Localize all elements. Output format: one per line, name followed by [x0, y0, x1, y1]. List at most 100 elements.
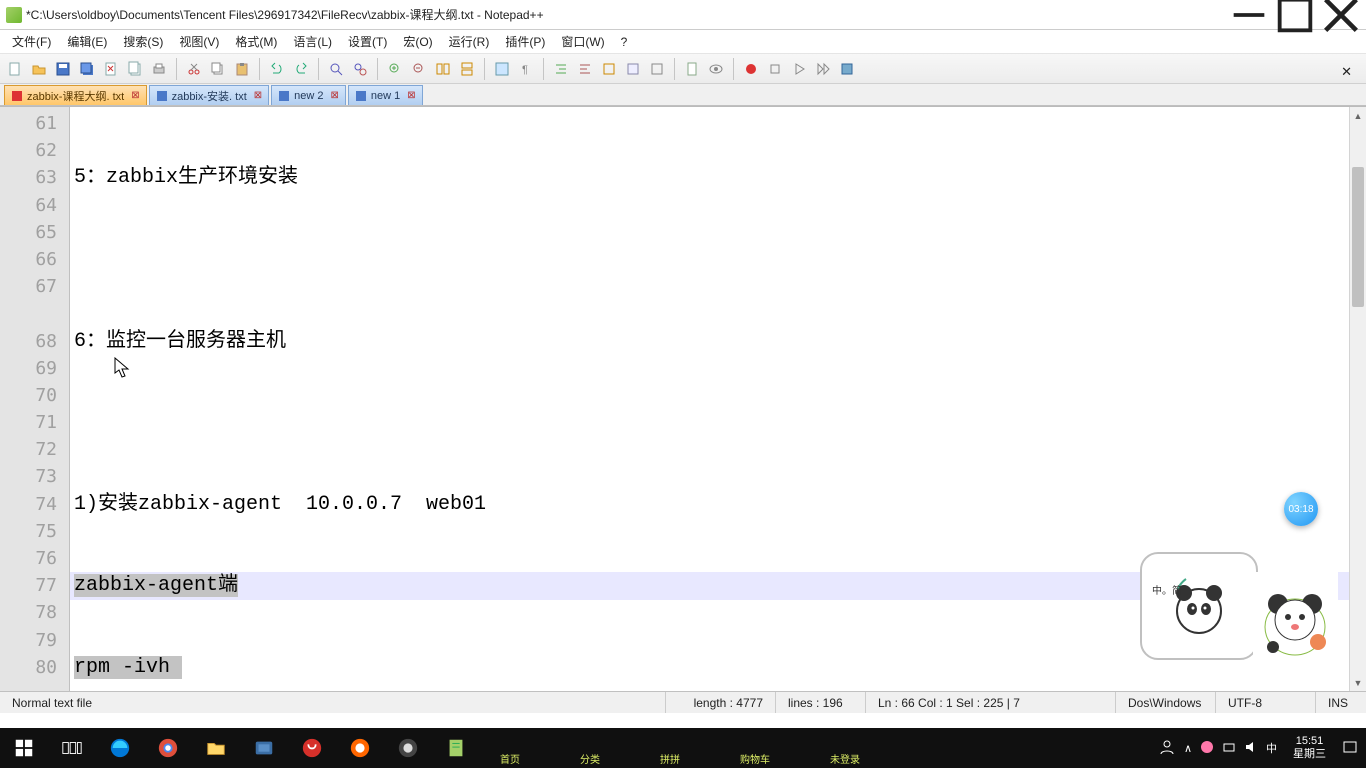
tab-inactive[interactable]: new 2 ⊠	[271, 85, 346, 105]
tab-modified-icon	[11, 90, 23, 102]
ime-panel[interactable]: 中。简	[1140, 552, 1258, 660]
panda-icon	[1164, 571, 1234, 641]
editor-line: 5：zabbix生产环境安装	[70, 164, 1366, 191]
minimize-button[interactable]	[1226, 0, 1272, 30]
menu-edit[interactable]: 编辑(E)	[61, 31, 113, 52]
zoom-out-icon[interactable]	[408, 58, 430, 80]
play-multi-icon[interactable]	[812, 58, 834, 80]
app-icon[interactable]	[288, 728, 336, 768]
editor-line	[70, 246, 1366, 273]
menu-plugins[interactable]: 插件(P)	[499, 31, 551, 52]
tab-close-icon[interactable]: ⊠	[254, 90, 262, 101]
menu-view[interactable]: 视图(V)	[173, 31, 225, 52]
tab-close-icon[interactable]: ⊠	[131, 90, 139, 101]
wordwrap-icon[interactable]	[491, 58, 513, 80]
line-number: 67	[0, 273, 57, 300]
scroll-up-icon[interactable]: ▲	[1350, 107, 1366, 124]
app-icon[interactable]	[384, 728, 432, 768]
cut-icon[interactable]	[183, 58, 205, 80]
start-button[interactable]	[0, 728, 48, 768]
indent-icon[interactable]	[550, 58, 572, 80]
find-icon[interactable]	[325, 58, 347, 80]
menu-file[interactable]: 文件(F)	[6, 31, 57, 52]
close-button[interactable]	[1318, 0, 1364, 30]
menu-search[interactable]: 搜索(S)	[117, 31, 169, 52]
close-all-icon[interactable]	[124, 58, 146, 80]
eye-icon[interactable]	[705, 58, 727, 80]
sync-v-icon[interactable]	[432, 58, 454, 80]
print-icon[interactable]	[148, 58, 170, 80]
toolbar-separator	[543, 58, 544, 80]
menu-format[interactable]: 格式(M)	[229, 31, 283, 52]
tray-volume-icon[interactable]	[1244, 740, 1258, 757]
show-all-chars-icon[interactable]: ¶	[515, 58, 537, 80]
tray-network-icon[interactable]	[1222, 740, 1236, 757]
vmware-icon[interactable]	[240, 728, 288, 768]
menu-run[interactable]: 运行(R)	[443, 31, 496, 52]
tab-label: zabbix-课程大纲. txt	[27, 88, 124, 104]
tab-label: new 1	[371, 90, 400, 102]
tab-inactive[interactable]: new 1 ⊠	[348, 85, 423, 105]
app-icon[interactable]	[336, 728, 384, 768]
redo-icon[interactable]	[290, 58, 312, 80]
menu-window[interactable]: 窗口(W)	[555, 31, 610, 52]
tray-chevron-icon[interactable]: ∧	[1184, 742, 1192, 755]
line-number-gutter: 61 62 63 64 65 66 67 68 69 70 71 72 73 7…	[0, 107, 70, 691]
toolbar-separator	[484, 58, 485, 80]
doc-map-icon[interactable]	[681, 58, 703, 80]
tray-time: 15:51	[1293, 735, 1326, 748]
overlay-sticker[interactable]	[1253, 572, 1338, 662]
close-file-icon[interactable]	[100, 58, 122, 80]
notepadpp-icon[interactable]	[432, 728, 480, 768]
sync-h-icon[interactable]	[456, 58, 478, 80]
tray-clock[interactable]: 15:51 星期三	[1285, 735, 1334, 761]
toolbar-separator	[674, 58, 675, 80]
taskbar-subtitle: 拼拼	[660, 751, 680, 766]
tab-close-icon[interactable]: ⊠	[331, 90, 339, 101]
menu-settings[interactable]: 设置(T)	[342, 31, 393, 52]
tray-people-icon[interactable]	[1158, 738, 1176, 759]
zoom-in-icon[interactable]	[384, 58, 406, 80]
scroll-thumb[interactable]	[1352, 167, 1364, 307]
tray-ime-indicator[interactable]: 中	[1266, 740, 1277, 756]
stop-icon[interactable]	[764, 58, 786, 80]
line-number: 68	[0, 328, 57, 355]
copy-icon[interactable]	[207, 58, 229, 80]
tool-icon[interactable]	[598, 58, 620, 80]
tray-notifications-icon[interactable]	[1342, 739, 1358, 758]
save-all-icon[interactable]	[76, 58, 98, 80]
maximize-button[interactable]	[1272, 0, 1318, 30]
tab-inactive[interactable]: zabbix-安装. txt ⊠	[149, 85, 270, 105]
menu-macro[interactable]: 宏(O)	[397, 31, 438, 52]
line-number: 77	[0, 572, 57, 599]
toolbar-separator	[318, 58, 319, 80]
line-number: 79	[0, 627, 57, 654]
edge-icon[interactable]	[96, 728, 144, 768]
titlebar: *C:\Users\oldboy\Documents\Tencent Files…	[0, 0, 1366, 30]
tray-app-icon[interactable]	[1200, 740, 1214, 757]
open-icon[interactable]	[28, 58, 50, 80]
chrome-icon[interactable]	[144, 728, 192, 768]
play-icon[interactable]	[788, 58, 810, 80]
record-icon[interactable]	[740, 58, 762, 80]
close-file-x[interactable]: ✕	[1335, 62, 1358, 82]
tab-close-icon[interactable]: ⊠	[407, 90, 415, 101]
menu-help[interactable]: ?	[615, 33, 634, 51]
task-view-button[interactable]	[48, 728, 96, 768]
system-tray: ∧ 中 15:51 星期三	[1150, 735, 1366, 761]
save-macro-icon[interactable]	[836, 58, 858, 80]
overlay-timer-badge[interactable]: 03:18	[1284, 492, 1318, 526]
tab-active[interactable]: zabbix-课程大纲. txt ⊠	[4, 85, 147, 105]
save-icon[interactable]	[52, 58, 74, 80]
explorer-icon[interactable]	[192, 728, 240, 768]
paste-icon[interactable]	[231, 58, 253, 80]
scroll-down-icon[interactable]: ▼	[1350, 674, 1366, 691]
outdent-icon[interactable]	[574, 58, 596, 80]
vertical-scrollbar[interactable]: ▲ ▼	[1349, 107, 1366, 691]
new-icon[interactable]	[4, 58, 26, 80]
tool-icon[interactable]	[622, 58, 644, 80]
undo-icon[interactable]	[266, 58, 288, 80]
tool-icon[interactable]	[646, 58, 668, 80]
replace-icon[interactable]	[349, 58, 371, 80]
menu-language[interactable]: 语言(L)	[287, 31, 338, 52]
